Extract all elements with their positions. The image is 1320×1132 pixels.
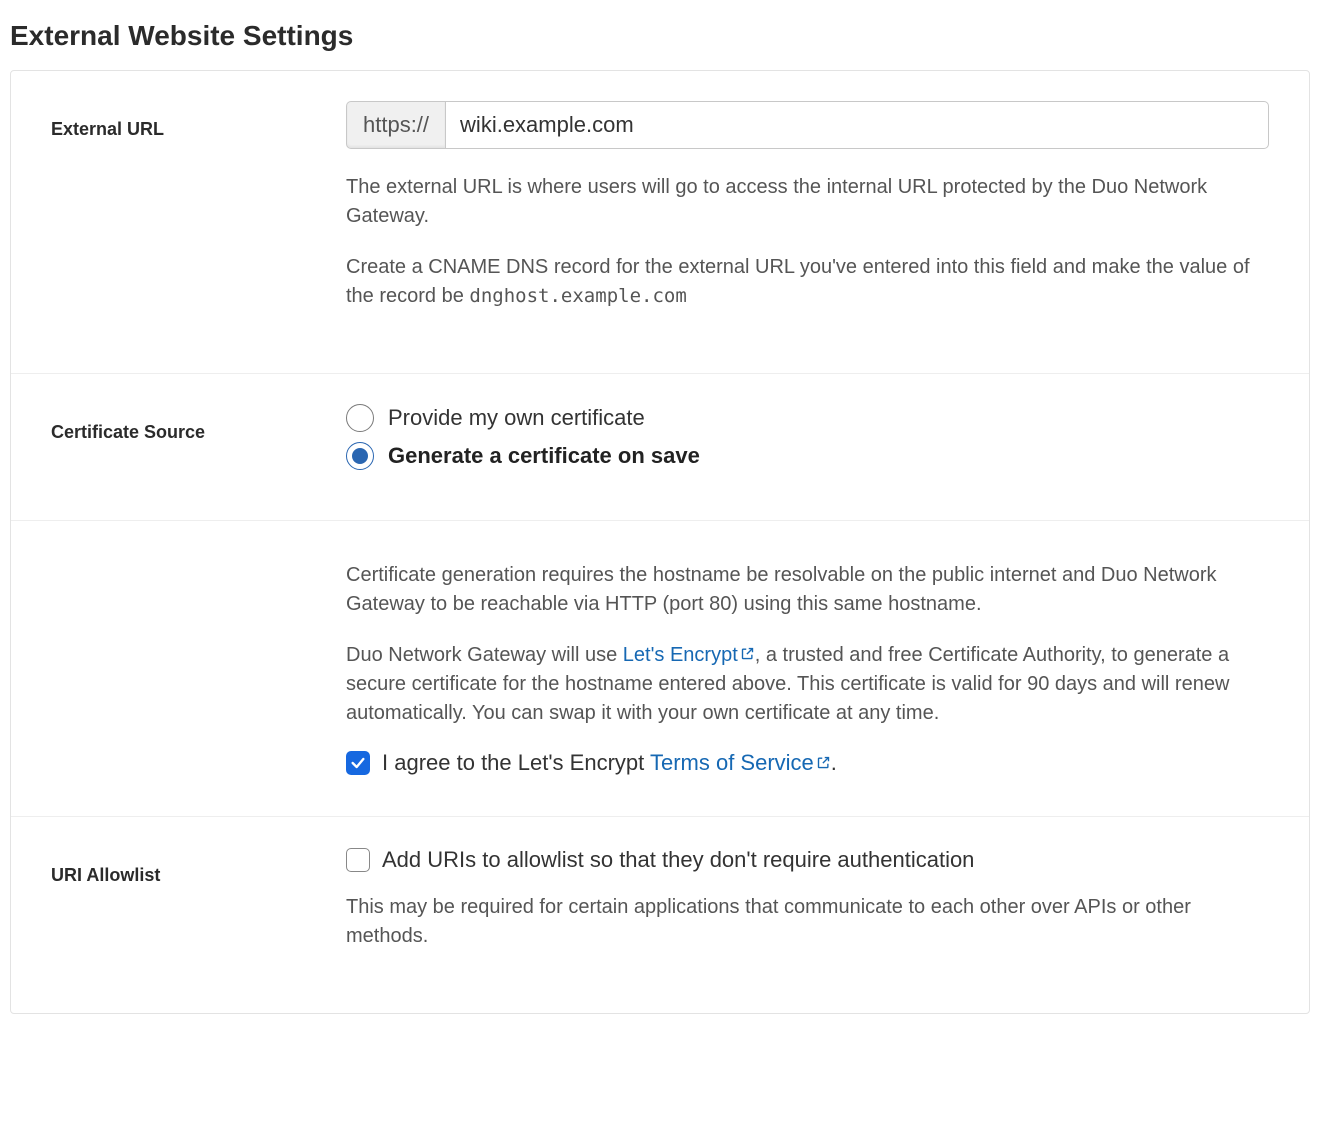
radio-generate-cert-label: Generate a certificate on save bbox=[388, 443, 700, 469]
lets-encrypt-link[interactable]: Let's Encrypt bbox=[623, 644, 755, 666]
section-uri-allowlist: URI Allowlist Add URIs to allowlist so t… bbox=[11, 817, 1309, 1013]
external-url-input-group: https:// bbox=[346, 101, 1269, 149]
cert-source-label: Certificate Source bbox=[51, 422, 205, 442]
section-cert-info: Certificate generation requires the host… bbox=[11, 521, 1309, 817]
uri-allowlist-label: URI Allowlist bbox=[51, 865, 160, 885]
external-link-icon bbox=[740, 641, 755, 670]
url-prefix: https:// bbox=[346, 101, 445, 149]
cert-info-para1: Certificate generation requires the host… bbox=[346, 561, 1269, 619]
settings-panel: External URL https:// The external URL i… bbox=[10, 70, 1310, 1014]
agree-pre-text: I agree to the Let's Encrypt bbox=[382, 750, 650, 775]
radio-dot-icon bbox=[352, 448, 368, 464]
radio-own-cert[interactable] bbox=[346, 404, 374, 432]
agree-checkbox[interactable] bbox=[346, 751, 370, 775]
radio-own-cert-label: Provide my own certificate bbox=[388, 405, 645, 431]
section-external-url: External URL https:// The external URL i… bbox=[11, 71, 1309, 374]
radio-row-generate-cert: Generate a certificate on save bbox=[346, 442, 1269, 470]
check-icon bbox=[350, 755, 366, 771]
lets-encrypt-link-text: Let's Encrypt bbox=[623, 644, 738, 666]
tos-link-text: Terms of Service bbox=[650, 750, 814, 775]
external-url-input[interactable] bbox=[445, 101, 1269, 149]
section-cert-source: Certificate Source Provide my own certif… bbox=[11, 374, 1309, 521]
external-url-label: External URL bbox=[51, 119, 164, 139]
cert-info-pre: Duo Network Gateway will use bbox=[346, 644, 623, 666]
uri-allow-help: This may be required for certain applica… bbox=[346, 893, 1269, 951]
uri-allow-row: Add URIs to allowlist so that they don't… bbox=[346, 847, 1269, 873]
uri-allow-checkbox-label: Add URIs to allowlist so that they don't… bbox=[382, 847, 974, 873]
agree-row: I agree to the Let's Encrypt Terms of Se… bbox=[346, 750, 1269, 776]
tos-link[interactable]: Terms of Service bbox=[650, 750, 831, 775]
page-title: External Website Settings bbox=[10, 20, 1310, 52]
radio-generate-cert[interactable] bbox=[346, 442, 374, 470]
uri-allow-checkbox[interactable] bbox=[346, 848, 370, 872]
radio-row-own-cert: Provide my own certificate bbox=[346, 404, 1269, 432]
cname-host-code: dnghost.example.com bbox=[469, 285, 686, 307]
cert-info-para2: Duo Network Gateway will use Let's Encry… bbox=[346, 641, 1269, 728]
external-url-help-2: Create a CNAME DNS record for the extern… bbox=[346, 253, 1269, 311]
external-link-icon bbox=[816, 750, 831, 776]
external-url-help-1: The external URL is where users will go … bbox=[346, 173, 1269, 231]
agree-post-text: . bbox=[831, 750, 837, 775]
